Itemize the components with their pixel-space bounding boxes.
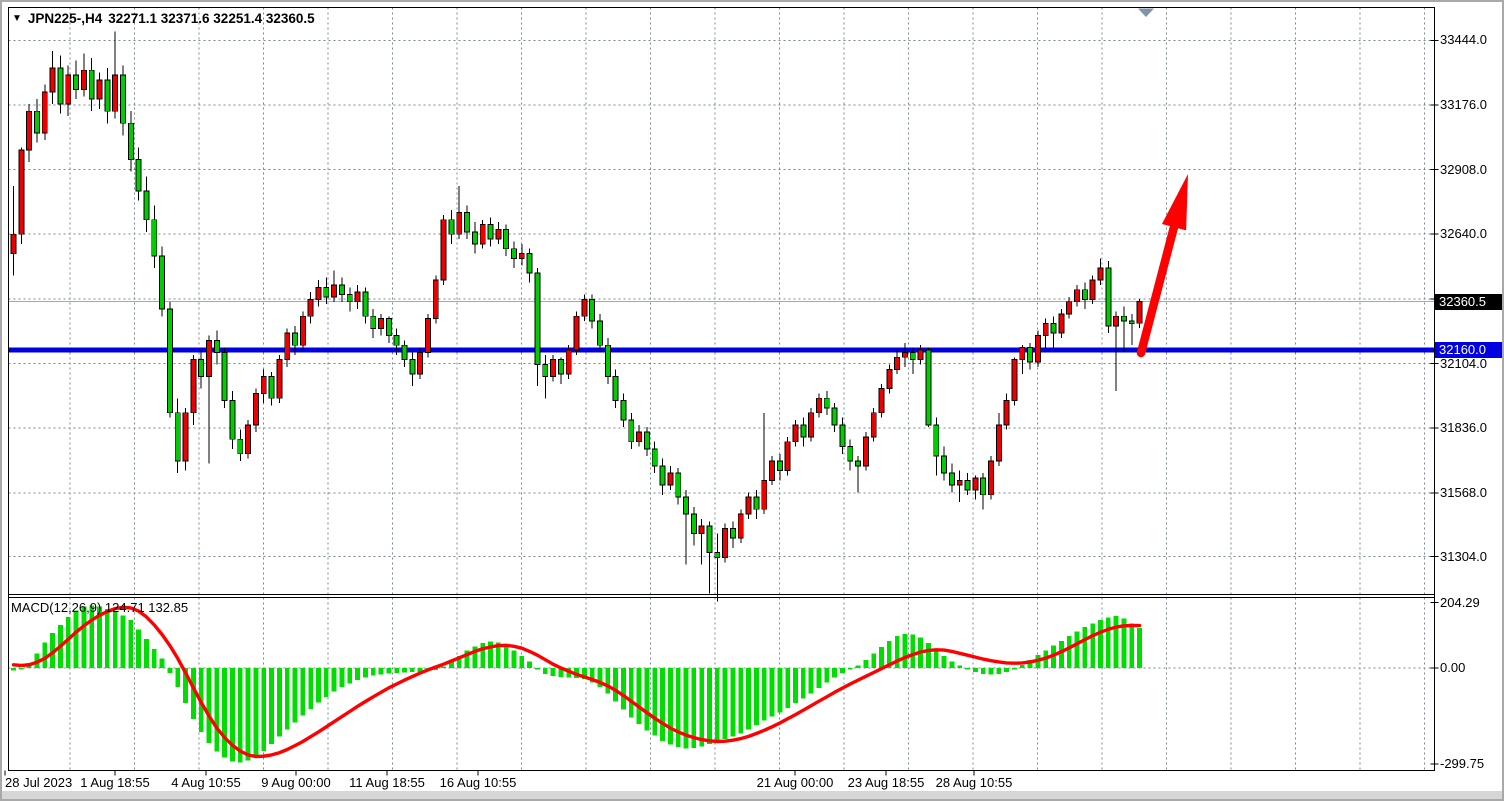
price-axis-label: 32908.0 bbox=[1440, 162, 1487, 177]
trend-arrow[interactable] bbox=[1141, 174, 1188, 353]
macd-axis-label: 0.00 bbox=[1440, 660, 1465, 675]
time-axis-label: 16 Aug 10:55 bbox=[440, 775, 517, 790]
price-axis-label: 33444.0 bbox=[1440, 32, 1487, 47]
macd-axis-label: -299.75 bbox=[1440, 756, 1484, 771]
chart-window: ▼ JPN225-,H4 32271.1 32371.6 32251.4 323… bbox=[0, 0, 1504, 801]
chart-title: ▼ JPN225-,H4 32271.1 32371.6 32251.4 323… bbox=[12, 11, 315, 26]
time-axis-label: 28 Aug 10:55 bbox=[936, 775, 1013, 790]
price-axis-label: 33176.0 bbox=[1440, 97, 1487, 112]
time-axis-label: 11 Aug 18:55 bbox=[349, 775, 425, 790]
time-axis-label: 9 Aug 00:00 bbox=[261, 775, 330, 790]
macd-axis-label: 204.29 bbox=[1440, 595, 1480, 610]
price-axis-label: 31836.0 bbox=[1440, 420, 1487, 435]
price-axis-label: 31568.0 bbox=[1440, 485, 1487, 500]
price-chart-canvas[interactable] bbox=[2, 2, 1504, 801]
chart-shift-marker-icon[interactable] bbox=[1138, 9, 1154, 18]
macd-histogram bbox=[11, 606, 1142, 763]
candles bbox=[11, 32, 1142, 602]
macd-signal-line bbox=[14, 607, 1140, 756]
symbol-marker-icon: ▼ bbox=[12, 14, 22, 24]
bid-price-badge: 32360.5 bbox=[1435, 294, 1504, 310]
price-axis-label: 31304.0 bbox=[1440, 549, 1487, 564]
window-bottom-edge bbox=[2, 791, 1502, 799]
hline-price-badge: 32160.0 bbox=[1435, 342, 1504, 358]
macd-indicator-label: MACD(12,26,9) 124.71 132.85 bbox=[11, 600, 188, 615]
ohlc-values: 32271.1 32371.6 32251.4 32360.5 bbox=[108, 11, 314, 26]
time-axis-label: 1 Aug 18:55 bbox=[80, 775, 149, 790]
symbol-period-label: JPN225-,H4 bbox=[28, 11, 102, 26]
chart-frame bbox=[5, 8, 1439, 776]
time-axis-label: 28 Jul 2023 bbox=[5, 775, 72, 790]
time-axis-label: 21 Aug 00:00 bbox=[757, 775, 834, 790]
time-axis-label: 4 Aug 10:55 bbox=[171, 775, 240, 790]
price-axis-label: 32640.0 bbox=[1440, 226, 1487, 241]
time-axis-label: 23 Aug 18:55 bbox=[848, 775, 925, 790]
